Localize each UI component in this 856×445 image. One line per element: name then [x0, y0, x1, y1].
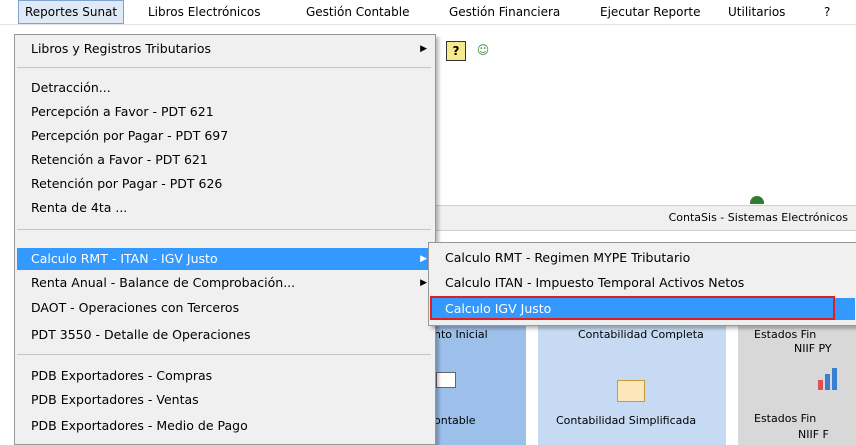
tile-label: Contabilidad Completa — [578, 328, 704, 341]
tile-label: Estados Fin — [754, 412, 817, 425]
menu-item-daot[interactable]: DAOT - Operaciones con Terceros — [17, 297, 433, 319]
tile-label: NIIF PY — [794, 342, 832, 355]
menu-libros-electronicos[interactable]: Libros Electrónicos — [142, 0, 266, 24]
calculo-submenu: Calculo RMT - Regimen MYPE Tributario Ca… — [428, 242, 856, 326]
reportes-sunat-menu: Libros y Registros Tributarios ▶ Detracc… — [14, 34, 436, 445]
menu-separator — [17, 67, 431, 68]
menu-item-retencion-pagar[interactable]: Retención por Pagar - PDT 626 — [17, 173, 433, 195]
tile-label: ontable — [434, 414, 476, 427]
menu-item-retencion-favor[interactable]: Retención a Favor - PDT 621 — [17, 149, 433, 171]
submenu-arrow-icon: ▶ — [420, 44, 427, 54]
tile-asiento-inicial[interactable]: nto Inicial ontable — [434, 326, 526, 445]
menu-item-pdb-medio-pago[interactable]: PDB Exportadores - Medio de Pago — [17, 415, 433, 437]
tile-contabilidad[interactable]: Contabilidad Completa Contabilidad Simpl… — [538, 326, 726, 445]
menu-help[interactable]: ? — [818, 0, 836, 24]
tile-label: nto Inicial — [434, 328, 488, 341]
help-icon[interactable]: ? — [446, 41, 466, 61]
logo-fragment — [750, 196, 764, 204]
menu-item-calculo-rmt-itan-igv[interactable]: Calculo RMT - ITAN - IGV Justo ▶ — [17, 248, 433, 270]
user-icon[interactable]: ☺ — [474, 41, 492, 59]
menu-item-label: Libros y Registros Tributarios — [31, 41, 211, 56]
document-icon — [436, 372, 456, 388]
menu-bar: Reportes Sunat Libros Electrónicos Gesti… — [0, 0, 856, 25]
tile-label: Estados Fin — [754, 328, 817, 341]
submenu-item-calculo-igv-justo[interactable]: Calculo IGV Justo — [431, 298, 855, 320]
menu-item-pdb-compras[interactable]: PDB Exportadores - Compras — [17, 365, 433, 387]
menu-item-label: Renta Anual - Balance de Comprobación... — [31, 275, 296, 290]
menu-separator — [17, 354, 431, 355]
menu-item-pdt-3550[interactable]: PDT 3550 - Detalle de Operaciones — [17, 324, 433, 346]
menu-item-renta-4ta[interactable]: Renta de 4ta ... — [17, 197, 433, 219]
menu-item-label: Calculo RMT - ITAN - IGV Justo — [31, 251, 218, 266]
submenu-arrow-icon: ▶ — [420, 278, 427, 288]
menu-item-renta-anual[interactable]: Renta Anual - Balance de Comprobación...… — [17, 272, 433, 294]
menu-ejecutar-reporte[interactable]: Ejecutar Reporte — [594, 0, 706, 24]
menu-item-detraccion[interactable]: Detracción... — [17, 77, 433, 99]
tile-estados-financieros[interactable]: Estados Fin NIIF PY Estados Fin NIIF F — [738, 326, 856, 445]
status-text: ContaSis - Sistemas Electrónicos — [668, 211, 848, 224]
submenu-item-calculo-rmt[interactable]: Calculo RMT - Regimen MYPE Tributario — [431, 247, 855, 269]
menu-gestion-financiera[interactable]: Gestión Financiera — [443, 0, 566, 24]
status-strip: ContaSis - Sistemas Electrónicos — [434, 205, 856, 231]
menu-gestion-contable[interactable]: Gestión Contable — [300, 0, 415, 24]
menu-reportes-sunat[interactable]: Reportes Sunat — [18, 0, 125, 24]
spreadsheet-icon — [617, 380, 645, 402]
submenu-arrow-icon: ▶ — [420, 254, 427, 264]
menu-item-percepcion-favor[interactable]: Percepción a Favor - PDT 621 — [17, 101, 433, 123]
tile-label: Contabilidad Simplificada — [556, 414, 697, 427]
menu-item-percepcion-pagar[interactable]: Percepción por Pagar - PDT 697 — [17, 125, 433, 147]
chart-icon — [818, 368, 840, 390]
menu-item-pdb-ventas[interactable]: PDB Exportadores - Ventas — [17, 389, 433, 411]
submenu-item-calculo-itan[interactable]: Calculo ITAN - Impuesto Temporal Activos… — [431, 272, 855, 294]
menu-separator — [17, 229, 431, 230]
menu-item-libros-registros[interactable]: Libros y Registros Tributarios ▶ — [17, 38, 433, 60]
menu-utilitarios[interactable]: Utilitarios — [722, 0, 791, 24]
tile-label: NIIF F — [798, 428, 829, 441]
